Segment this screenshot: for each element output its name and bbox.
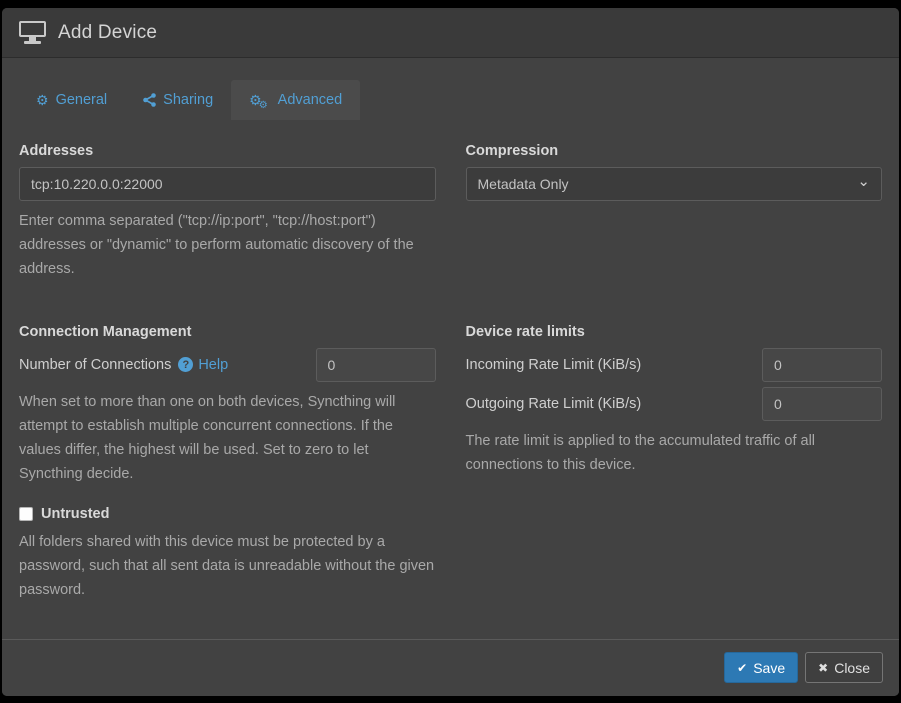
- compression-selected-value: Metadata Only: [478, 176, 569, 192]
- check-icon: ✔: [737, 662, 747, 674]
- tab-sharing-label: Sharing: [163, 92, 213, 108]
- form-grid: Addresses Enter comma separated ("tcp://…: [2, 121, 899, 603]
- add-device-modal: Add Device ⚙ General: [2, 8, 899, 696]
- addresses-help-text: Enter comma separated ("tcp://ip:port", …: [19, 210, 436, 282]
- outgoing-rate-input[interactable]: [762, 387, 882, 421]
- untrusted-help-text: All folders shared with this device must…: [19, 531, 436, 603]
- untrusted-checkbox-row[interactable]: Untrusted: [19, 506, 436, 522]
- gear-icon: ⚙: [36, 93, 49, 107]
- incoming-rate-input[interactable]: [762, 348, 882, 382]
- rate-limits-section: Device rate limits Incoming Rate Limit (…: [466, 324, 883, 603]
- modal-title: Add Device: [58, 22, 157, 44]
- incoming-rate-label: Incoming Rate Limit (KiB/s): [466, 357, 642, 373]
- connection-management-label: Connection Management: [19, 324, 436, 340]
- connection-management-section: Connection Management Number of Connecti…: [19, 324, 436, 603]
- modal-footer: ✔ Save ✖ Close: [2, 639, 899, 696]
- modal-header: Add Device: [2, 8, 899, 58]
- backdrop: Add Device ⚙ General: [0, 0, 901, 703]
- help-link-label: Help: [198, 357, 228, 373]
- save-button[interactable]: ✔ Save: [724, 652, 798, 683]
- close-button[interactable]: ✖ Close: [805, 652, 883, 683]
- close-icon: ✖: [818, 662, 828, 674]
- compression-label: Compression: [466, 143, 883, 159]
- save-button-label: Save: [753, 660, 785, 676]
- untrusted-checkbox[interactable]: [19, 507, 33, 521]
- compression-section: Compression Metadata Only ⌄: [466, 143, 883, 282]
- rate-limits-help-text: The rate limit is applied to the accumul…: [466, 430, 883, 478]
- addresses-section: Addresses Enter comma separated ("tcp://…: [19, 143, 436, 282]
- question-circle-icon: ?: [178, 357, 193, 372]
- tab-sharing[interactable]: Sharing: [125, 80, 231, 120]
- tab-general[interactable]: ⚙ General: [18, 80, 125, 120]
- untrusted-label: Untrusted: [41, 506, 109, 522]
- compression-select[interactable]: Metadata Only ⌄: [466, 167, 883, 201]
- num-connections-help-link[interactable]: ? Help: [178, 357, 228, 373]
- modal-body: ⚙ General Sharing: [2, 58, 899, 639]
- addresses-label: Addresses: [19, 143, 436, 159]
- num-connections-label: Number of Connections ? Help: [19, 357, 228, 373]
- addresses-input[interactable]: [19, 167, 436, 201]
- cogs-icon: ⚙⚙: [249, 93, 271, 108]
- close-button-label: Close: [834, 660, 870, 676]
- num-connections-input[interactable]: [316, 348, 436, 382]
- tab-advanced[interactable]: ⚙⚙ Advanced: [231, 80, 360, 120]
- tab-general-label: General: [56, 92, 108, 108]
- connections-help-text: When set to more than one on both device…: [19, 391, 436, 487]
- tab-bar: ⚙ General Sharing: [18, 80, 883, 121]
- outgoing-rate-label: Outgoing Rate Limit (KiB/s): [466, 396, 642, 412]
- device-monitor-icon: [19, 21, 46, 44]
- tab-advanced-label: Advanced: [278, 92, 343, 108]
- rate-limits-label: Device rate limits: [466, 324, 883, 340]
- share-icon: [143, 93, 156, 107]
